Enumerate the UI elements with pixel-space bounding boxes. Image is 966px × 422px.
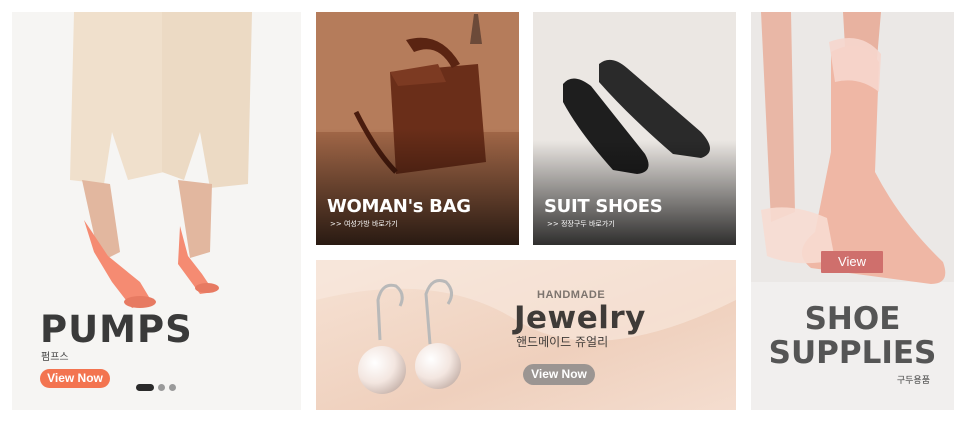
carousel-indicators	[136, 384, 176, 391]
jewelry-title: Jewelry	[514, 300, 646, 336]
womans-bag-banner[interactable]: WOMAN's BAG >> 여성가방 바로가기	[316, 12, 519, 245]
pumps-title: PUMPS	[40, 308, 193, 351]
jewelry-banner[interactable]: HANDMADE Jewelry 핸드메이드 쥬얼리 View Now	[316, 260, 736, 410]
shoe-supplies-title-line2: SUPPLIES	[768, 335, 937, 371]
suit-shoes-shortcut-link[interactable]: >> 정장구두 바로가기	[547, 219, 615, 229]
shoe-supplies-title-line1: SHOE	[804, 301, 901, 337]
pumps-view-now-button[interactable]: View Now	[40, 369, 110, 388]
carousel-dot-2[interactable]	[158, 384, 165, 391]
pumps-banner[interactable]: PUMPS 펌프스 View Now	[12, 12, 301, 410]
carousel-dot-3[interactable]	[169, 384, 176, 391]
suit-shoes-banner[interactable]: SUIT SHOES >> 정장구두 바로가기	[533, 12, 736, 245]
shoe-supplies-title: SHOE SUPPLIES	[751, 302, 954, 370]
shoe-supplies-banner[interactable]: View SHOE SUPPLIES 구두용품	[751, 12, 954, 410]
bag-title: WOMAN's BAG	[327, 196, 471, 217]
pumps-subtitle: 펌프스	[41, 352, 69, 363]
suit-shoes-title: SUIT SHOES	[544, 196, 663, 217]
shoe-supplies-subtitle: 구두용품	[896, 376, 930, 386]
carousel-dot-1[interactable]	[136, 384, 154, 391]
shoe-supplies-view-button[interactable]: View	[821, 251, 883, 273]
jewelry-view-now-button[interactable]: View Now	[523, 364, 595, 385]
bag-shortcut-link[interactable]: >> 여성가방 바로가기	[330, 219, 398, 229]
jewelry-subtitle: 핸드메이드 쥬얼리	[516, 335, 609, 349]
